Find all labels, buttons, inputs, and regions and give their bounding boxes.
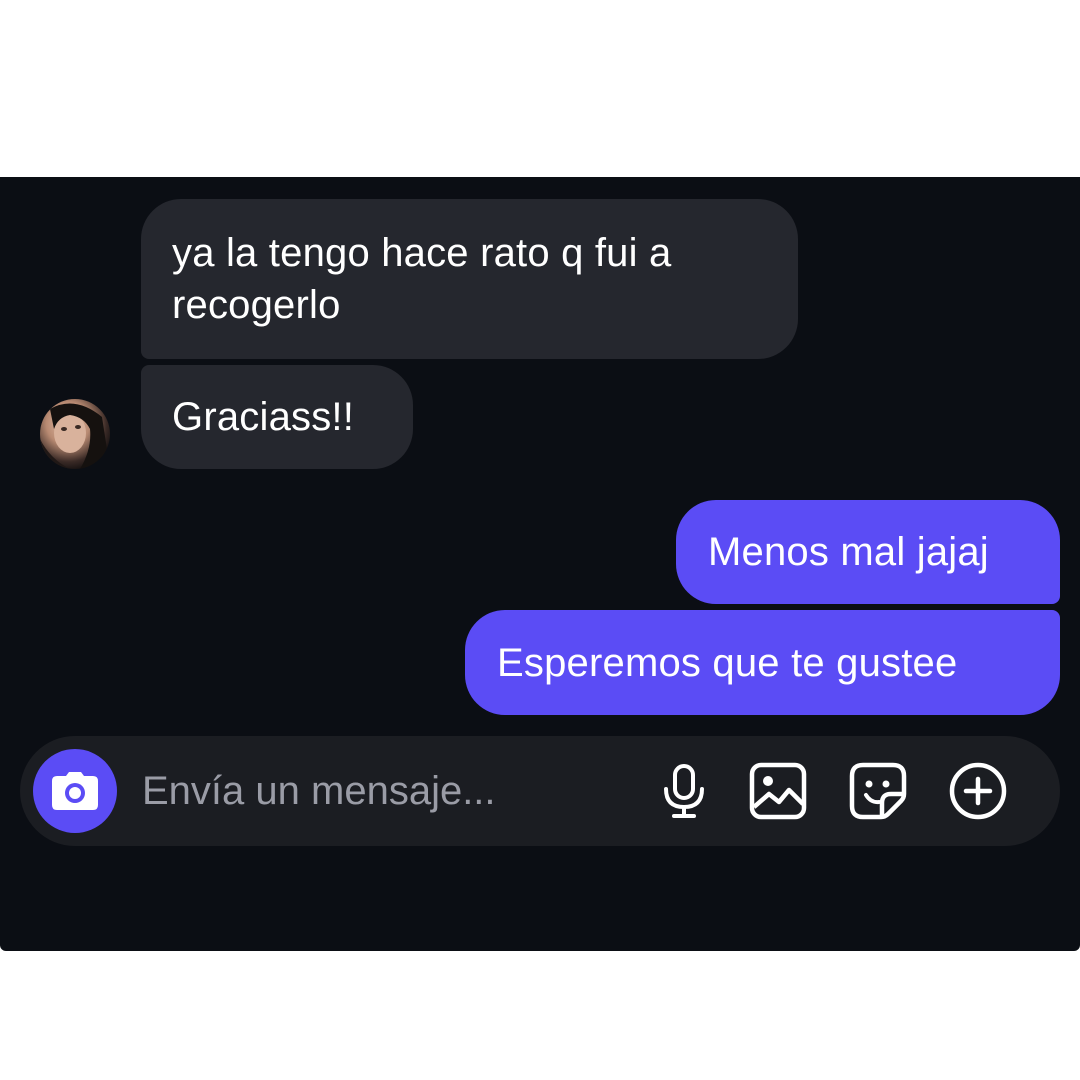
camera-button[interactable] [33,749,117,833]
plus-circle-icon [949,762,1007,820]
camera-icon [52,772,98,810]
sticker-icon [849,762,907,820]
microphone-icon [664,764,704,818]
outgoing-message[interactable]: Esperemos que te gustee [465,610,1060,715]
sticker-button[interactable] [848,761,908,821]
voice-message-button[interactable] [654,761,714,821]
message-input[interactable] [142,764,622,818]
outgoing-message[interactable]: Menos mal jajaj [676,500,1060,604]
gallery-button[interactable] [748,761,808,821]
incoming-message[interactable]: ya la tengo hace rato q fui a recogerlo [141,199,798,359]
gallery-icon [749,762,807,820]
chat-window: ya la tengo hace rato q fui a recogerlo … [0,177,1080,951]
more-options-button[interactable] [948,761,1008,821]
contact-avatar[interactable] [40,399,110,469]
incoming-message[interactable]: Graciass!! [141,365,413,469]
avatar-photo [40,403,110,469]
message-composer [20,736,1060,846]
